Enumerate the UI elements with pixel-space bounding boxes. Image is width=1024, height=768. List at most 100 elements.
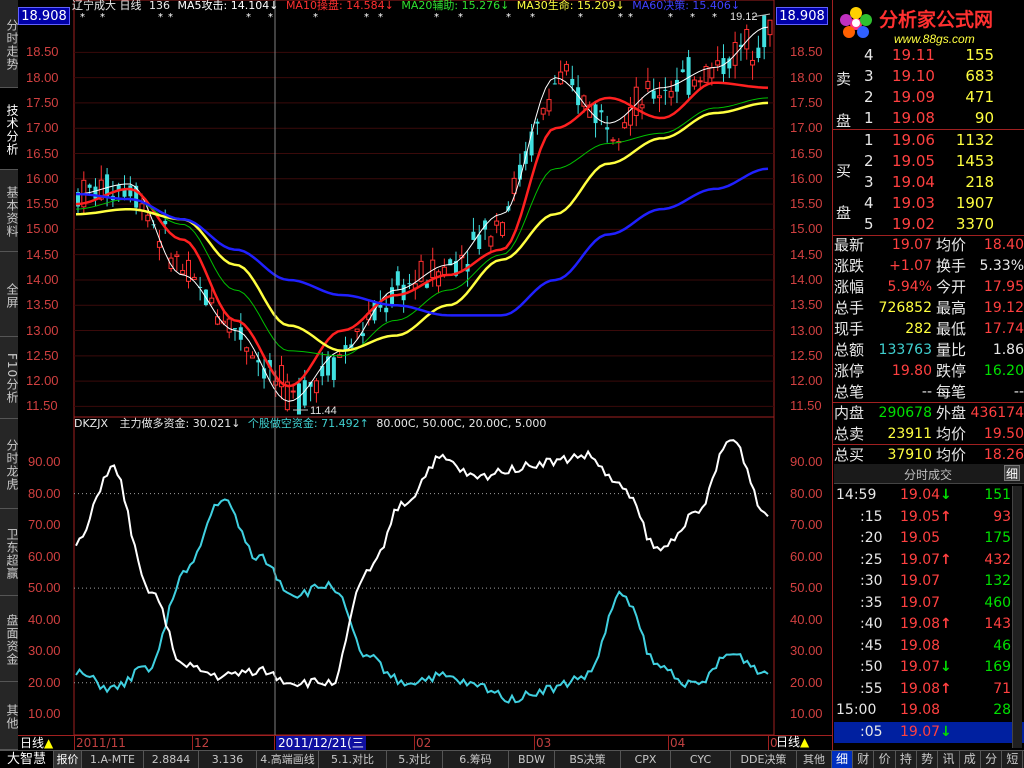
right-tab[interactable]: 财 [853, 751, 875, 768]
stock-title[interactable]: 辽宁成大 日线 [72, 0, 142, 12]
quote-label: 涨停 [834, 362, 865, 380]
right-tab[interactable]: 势 [917, 751, 939, 768]
quote-row: 总手 726852 最高 19.12 [834, 298, 1024, 319]
quote-value: 282 [905, 321, 932, 337]
tick-row[interactable]: :15 19.05 ↑ 939 [834, 507, 1024, 528]
left-tab-5[interactable]: F10分析 [0, 337, 19, 419]
left-tab-1[interactable]: 分时走势 [0, 0, 19, 88]
chart-canvas[interactable]: 11.44 19.12 * * * * * * * * * * * * * * * * * * * [18, 0, 832, 750]
signal-star-icon: * [378, 12, 383, 23]
tick-row[interactable]: :05 19.07 ↓ [834, 721, 1024, 743]
tick-price: 19.07 [900, 573, 941, 589]
signal-star-icon: * [712, 12, 717, 23]
signal-star-icon: * [268, 12, 273, 23]
price-axis-label: 14.00 [26, 271, 59, 287]
detail-button[interactable]: 细 [1004, 465, 1020, 481]
buy-row[interactable]: 3 19.04 218 [834, 172, 1024, 193]
left-tab-7[interactable]: 卫东超赢 [0, 509, 19, 596]
signal-star-icon: * [246, 12, 251, 23]
right-tab[interactable]: 成 [960, 751, 981, 768]
tick-row[interactable]: :45 19.08 465 [834, 636, 1024, 657]
status-tab[interactable]: DDE决策 [731, 751, 797, 768]
left-tab-9[interactable]: 其他 [0, 682, 19, 750]
quote-value: 5.33% [979, 258, 1024, 274]
status-tab[interactable]: BS决策 [555, 751, 621, 768]
ma-line-MA20辅助 [75, 97, 769, 357]
date-axis: 日线▲ 2011/11 12 2011/12/21(三 02 03 04 0 [18, 735, 832, 751]
status-tab[interactable]: 4.高端画线 [257, 751, 319, 768]
sell-price: 19.08 [892, 109, 935, 127]
tick-price: 19.08 [900, 637, 941, 654]
status-tab[interactable]: 5.1.对比 [319, 751, 387, 768]
right-tab[interactable]: 细 [832, 751, 853, 768]
tick-row[interactable]: :25 19.07 ↑ 4327 [834, 550, 1024, 571]
indicator-name[interactable]: DKZJX [74, 417, 108, 430]
date-tick: 2011/12/21(三 [276, 736, 366, 751]
sell-row[interactable]: 4 19.11 155 [834, 45, 1024, 66]
left-tab-6[interactable]: 分时龙虎 [0, 419, 19, 509]
sell-row[interactable]: 1 19.08 90 [834, 108, 1024, 129]
candle-body [610, 139, 616, 142]
price-box-right: 18.908 [776, 7, 828, 25]
status-tab[interactable]: BDW [509, 751, 555, 768]
status-tab[interactable]: 2.8844 [144, 751, 199, 768]
period-label-right[interactable]: 日线▲ [776, 735, 809, 750]
tick-row[interactable]: :55 19.08 ↑ 713 [834, 679, 1024, 700]
buy-row[interactable]: 5 19.02 3370 [834, 214, 1024, 235]
price-axis-label: 15.00 [26, 221, 59, 237]
sell-row[interactable]: 2 19.09 471 [834, 87, 1024, 108]
status-tab[interactable]: 1.A-MTE [82, 751, 144, 768]
candle-body [145, 214, 151, 222]
right-tab[interactable]: 价 [875, 751, 896, 768]
indicator-axis-label: 50.00 [28, 580, 61, 596]
left-tab-3[interactable]: 基本资料 [0, 170, 19, 252]
sell-volume: 471 [965, 88, 994, 106]
status-tab[interactable]: 6.筹码 [443, 751, 509, 768]
tick-row[interactable]: 15:00 19.08 282 [834, 700, 1024, 721]
status-tab[interactable]: CPX [621, 751, 671, 768]
buy-row[interactable]: 2 19.05 1453 [834, 151, 1024, 172]
signal-star-icon: * [313, 12, 318, 23]
left-tab-2[interactable]: 技术分析 [0, 88, 19, 170]
candle-body [174, 254, 180, 257]
status-tab[interactable]: CYC [671, 751, 731, 768]
tick-row[interactable]: :20 19.05 1750 [834, 528, 1024, 549]
candle-body [721, 58, 726, 75]
quote-value: 5.94% [887, 279, 932, 295]
signal-star-icon: * [578, 12, 583, 23]
left-tab-8[interactable]: 盘面资金 [0, 596, 19, 682]
tick-scrollbar[interactable] [1012, 486, 1022, 748]
candle-body [395, 271, 400, 286]
buy-row[interactable]: 4 19.03 1907 [834, 193, 1024, 214]
tick-row[interactable]: :50 19.07 ↓ 1699 [834, 657, 1024, 678]
period-label[interactable]: 日线▲ [20, 736, 53, 751]
candle-body [663, 89, 668, 91]
candle-body [558, 71, 564, 85]
status-tab[interactable]: 报价 [54, 751, 82, 768]
quote-value: 436174 [970, 405, 1024, 421]
indicator-axis-label: 90.00 [28, 454, 61, 470]
right-tab[interactable]: 持 [896, 751, 917, 768]
price-axis-label: 16.00 [790, 170, 823, 186]
ma60-legend: MA60决策: 15.406↓ [632, 0, 741, 12]
left-tab-4[interactable]: 全屏 [0, 252, 19, 337]
quote-label: 今开 [936, 278, 967, 296]
status-tab[interactable]: 5.对比 [387, 751, 443, 768]
buy-volume: 1132 [955, 131, 994, 149]
tick-row[interactable]: :30 19.07 1325 [834, 571, 1024, 592]
sell-row[interactable]: 3 19.10 683 [834, 66, 1024, 87]
buy-row[interactable]: 1 19.06 1132 [834, 130, 1024, 151]
indicator-axis-label: 20.00 [790, 674, 823, 690]
buy-volume: 3370 [955, 215, 994, 233]
right-tab[interactable]: 分 [981, 751, 1003, 768]
status-tab[interactable]: 其他 [797, 751, 832, 768]
candle-body [563, 63, 569, 72]
quote-label: 均价 [936, 236, 967, 254]
status-tab[interactable]: 3.136 [199, 751, 257, 768]
tick-row[interactable]: :40 19.08 ↑ 1438 [834, 614, 1024, 635]
tick-row[interactable]: :35 19.07 4601 [834, 593, 1024, 614]
right-tab[interactable]: 短 [1002, 751, 1024, 768]
tick-row[interactable]: 14:59 19.04 ↓ 1518 [834, 485, 1024, 506]
price-axis-label: 18.00 [26, 69, 59, 85]
right-tab[interactable]: 讯 [939, 751, 960, 768]
